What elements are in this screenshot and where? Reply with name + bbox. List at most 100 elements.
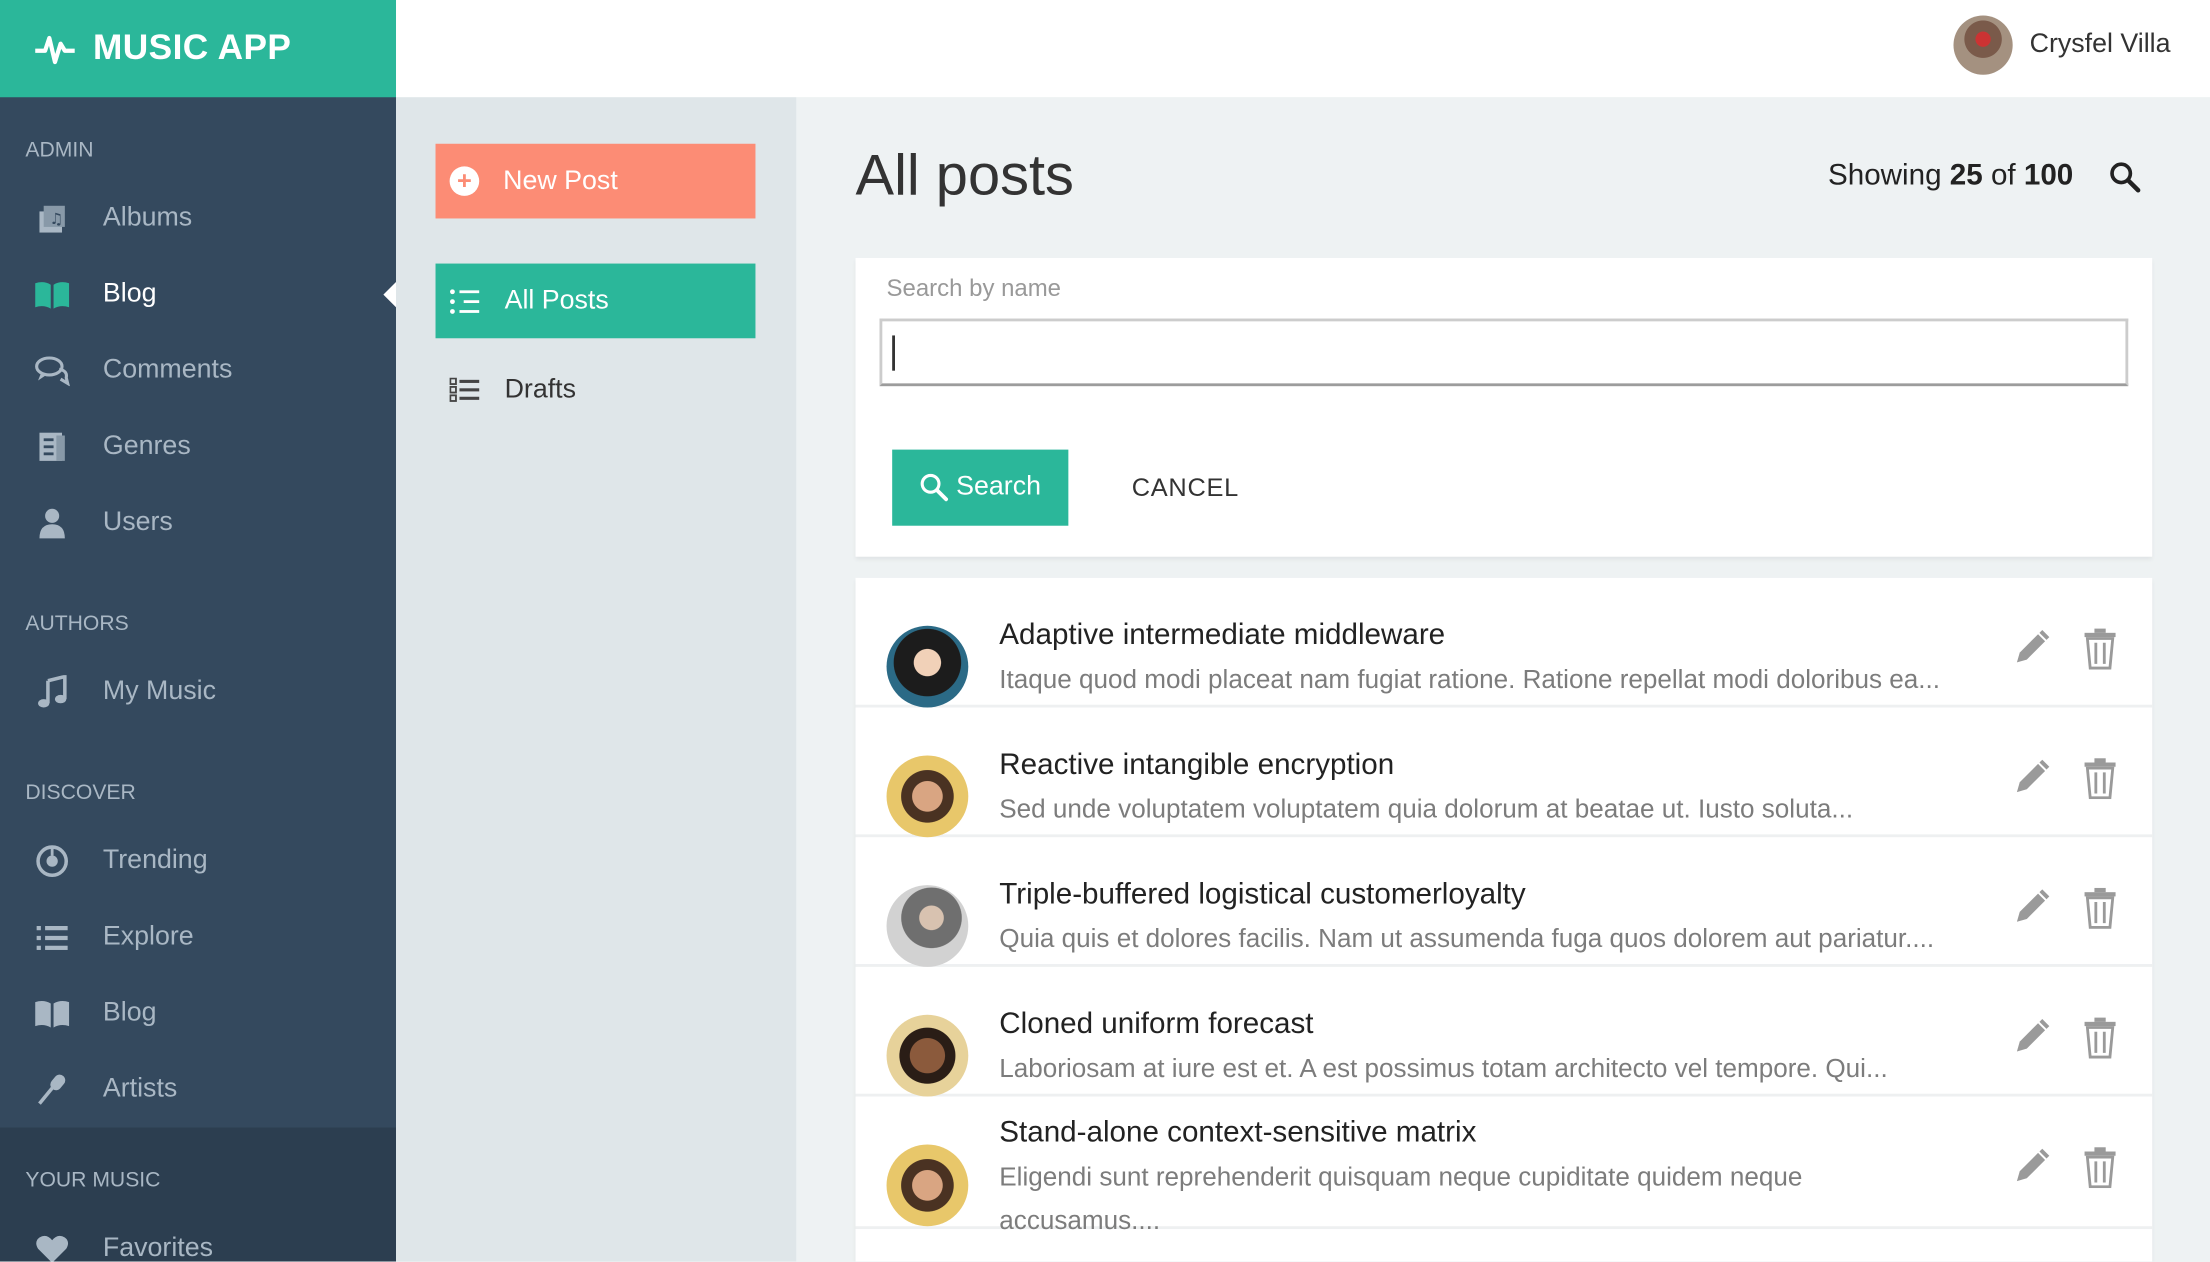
sidebar-item-comments[interactable]: Comments xyxy=(0,333,396,409)
showing-count-value: 25 xyxy=(1949,159,1983,192)
list-icon xyxy=(450,288,481,314)
genres-icon xyxy=(34,428,71,465)
search-input[interactable] xyxy=(879,318,2129,387)
sidebar-item-label: Comments xyxy=(102,355,233,385)
svg-text:♫: ♫ xyxy=(49,210,63,228)
post-excerpt: Eligendi sunt reprehenderit quisquam neq… xyxy=(999,1161,1803,1235)
music-note-icon xyxy=(34,674,71,711)
your-music-section: YOUR MUSIC Favorites xyxy=(0,1127,397,1262)
post-excerpt: Sed unde voluptatem voluptatem quia dolo… xyxy=(999,793,1854,824)
showing-count: Showing 25 of 100 xyxy=(1828,159,2073,193)
trash-icon[interactable] xyxy=(2083,757,2117,806)
submenu-label: All Posts xyxy=(504,285,609,316)
nav-section-authors: AUTHORS xyxy=(25,611,129,636)
avatar xyxy=(886,755,969,838)
top-header: Crysfel Villa xyxy=(396,0,2210,98)
app-brand[interactable]: MUSIC APP xyxy=(0,0,397,98)
microphone-icon xyxy=(34,1071,71,1108)
post-title: Triple-buffered logistical customerloyal… xyxy=(999,878,1526,911)
sidebar-item-my-music[interactable]: My Music xyxy=(0,654,396,730)
post-title: Stand-alone context-sensitive matrix xyxy=(999,1116,1477,1149)
trash-icon[interactable] xyxy=(2083,887,2117,936)
post-title: Cloned uniform forecast xyxy=(999,1007,1314,1041)
sidebar-item-label: Albums xyxy=(102,202,193,233)
page-title: All posts xyxy=(855,142,1074,208)
search-label: Search by name xyxy=(886,274,1062,302)
post-excerpt: Quia quis et dolores facilis. Nam ut ass… xyxy=(999,923,1935,953)
showing-prefix: Showing xyxy=(1828,159,1942,192)
blog-submenu: + New Post All Posts Drafts xyxy=(396,97,797,1262)
showing-of: of xyxy=(1990,159,2016,192)
avatar xyxy=(1953,15,2013,75)
post-excerpt: Laboriosam at iure est et. A est possimu… xyxy=(999,1052,1888,1083)
submenu-item-all-posts[interactable]: All Posts xyxy=(435,263,756,339)
trash-icon[interactable] xyxy=(2083,627,2117,676)
avatar xyxy=(886,625,969,708)
list-icon xyxy=(34,919,71,956)
nav-section-admin: ADMIN xyxy=(25,138,94,163)
sidebar-item-trending[interactable]: Trending xyxy=(0,823,396,899)
user-menu[interactable]: Crysfel Villa xyxy=(1953,15,2171,75)
sidebar-item-label: Trending xyxy=(102,845,208,876)
sidebar-item-blog[interactable]: Blog xyxy=(0,257,397,333)
showing-total-value: 100 xyxy=(2023,159,2074,192)
avatar xyxy=(886,1144,969,1227)
search-button[interactable]: Search xyxy=(892,449,1069,526)
trash-icon[interactable] xyxy=(2083,1146,2117,1195)
user-icon xyxy=(34,505,71,542)
trash-icon[interactable] xyxy=(2083,1016,2117,1065)
posts-list: Adaptive intermediate middleware Itaque … xyxy=(855,577,2153,1262)
search-icon xyxy=(921,473,949,502)
avatar xyxy=(886,885,969,967)
nav-section-discover: DISCOVER xyxy=(25,780,136,805)
plus-circle-icon: + xyxy=(449,166,480,196)
sidebar-item-users[interactable]: Users xyxy=(0,485,396,561)
sidebar-item-albums[interactable]: ♫ Albums xyxy=(0,180,396,256)
sidebar-item-label: Blog xyxy=(102,997,157,1028)
post-excerpt: Itaque quod modi placeat nam fugiat rati… xyxy=(999,663,1941,694)
cancel-button[interactable]: CANCEL xyxy=(1132,450,1239,526)
avatar xyxy=(886,1014,969,1097)
list-item[interactable]: Cloned uniform forecast Laboriosam at iu… xyxy=(855,967,2153,1097)
submenu-item-drafts[interactable]: Drafts xyxy=(436,352,756,427)
list-item[interactable]: Triple-buffered logistical customerloyal… xyxy=(855,837,2153,967)
sidebar-item-label: Users xyxy=(102,507,173,537)
post-title: Reactive intangible encryption xyxy=(999,748,1395,781)
main-content: All posts Showing 25 of 100 Search by na… xyxy=(796,97,2210,1262)
edit-icon[interactable] xyxy=(2010,1016,2052,1065)
edit-icon[interactable] xyxy=(2010,887,2052,936)
new-post-button[interactable]: + New Post xyxy=(435,143,756,219)
list-item[interactable]: Stand-alone context-sensitive matrix Eli… xyxy=(855,1097,2153,1235)
new-post-label: New Post xyxy=(503,165,618,196)
app-name: MUSIC APP xyxy=(93,28,292,68)
list-item[interactable]: Reactive intangible encryption Sed unde … xyxy=(855,708,2153,838)
sidebar-item-genres[interactable]: Genres xyxy=(0,409,396,485)
edit-icon[interactable] xyxy=(2010,1146,2052,1195)
sidebar-item-label: My Music xyxy=(102,676,216,707)
edit-icon[interactable] xyxy=(2010,757,2052,806)
trending-icon xyxy=(34,843,71,880)
sidebar-item-label: Artists xyxy=(102,1073,178,1104)
sidebar-item-favorites[interactable]: Favorites xyxy=(0,1211,396,1262)
search-panel: Search by name Search CANCEL xyxy=(855,257,2153,557)
list-item[interactable]: Adaptive intermediate middleware Itaque … xyxy=(855,578,2153,708)
user-name: Crysfel Villa xyxy=(2029,29,2171,60)
sidebar-item-label: Genres xyxy=(102,431,191,461)
pulse-logo-icon xyxy=(35,35,75,64)
search-toggle-icon[interactable] xyxy=(2109,161,2143,202)
edit-icon[interactable] xyxy=(2010,627,2052,676)
book-icon xyxy=(34,995,71,1032)
text-cursor xyxy=(892,335,895,371)
post-title: Adaptive intermediate middleware xyxy=(999,618,1446,652)
nav-section-your-music: YOUR MUSIC xyxy=(25,1168,161,1193)
sidebar-item-artists[interactable]: Artists xyxy=(0,1051,396,1127)
search-button-label: Search xyxy=(956,472,1042,502)
book-icon xyxy=(34,276,71,313)
sidebar-item-label: Explore xyxy=(102,921,194,952)
submenu-label: Drafts xyxy=(504,374,577,404)
sidebar-item-explore[interactable]: Explore xyxy=(0,899,396,975)
comments-icon xyxy=(34,352,71,389)
sidebar: MUSIC APP ADMIN ♫ Albums Blog Comments G… xyxy=(0,0,397,1262)
sidebar-item-label: Favorites xyxy=(102,1233,214,1262)
sidebar-item-discover-blog[interactable]: Blog xyxy=(0,975,396,1051)
